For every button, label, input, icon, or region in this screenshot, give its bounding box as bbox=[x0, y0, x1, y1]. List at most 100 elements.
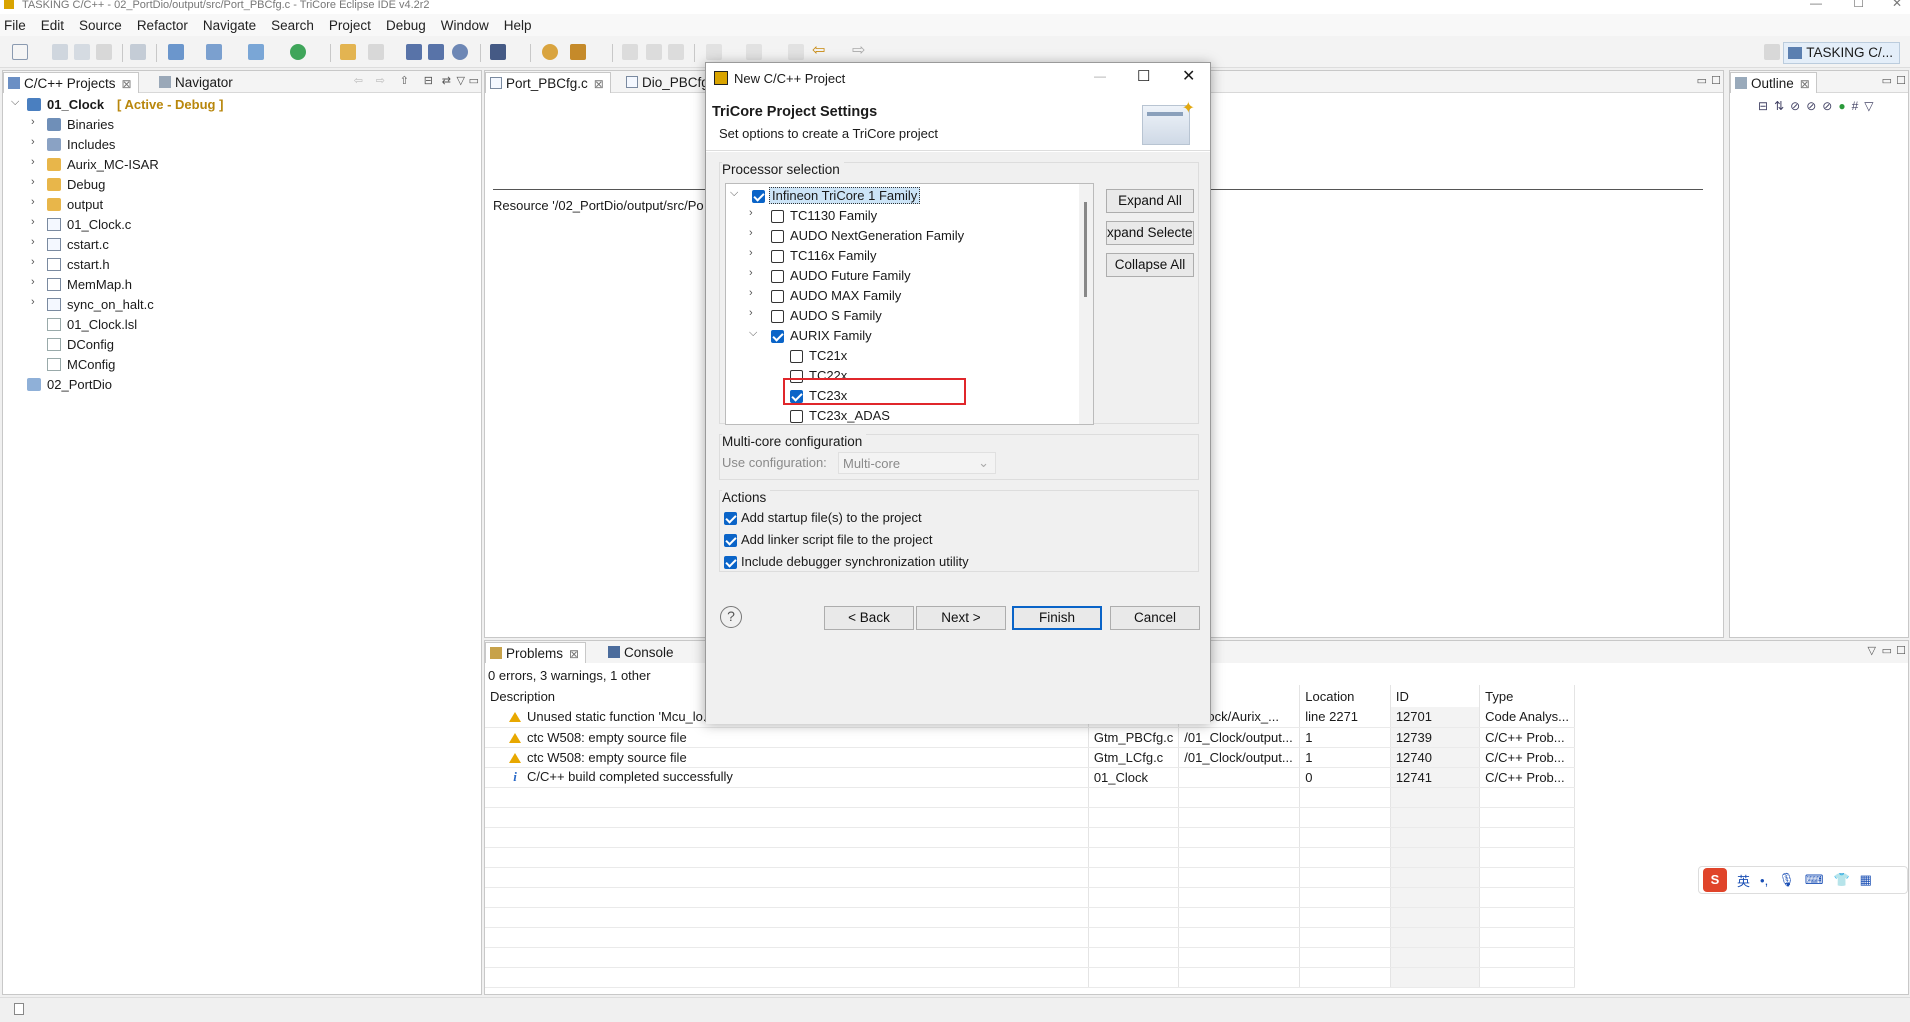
chevron-down-icon[interactable]: ⌵ bbox=[749, 327, 757, 340]
processor-checkbox[interactable] bbox=[771, 310, 784, 323]
minimize-icon[interactable]: — bbox=[1810, 0, 1822, 9]
view-menu-icon[interactable]: ▽ bbox=[457, 74, 465, 87]
processor-item[interactable]: › AUDO Future Family bbox=[726, 266, 1081, 286]
memory-icon[interactable] bbox=[406, 44, 422, 60]
menu-item-search[interactable]: Search bbox=[271, 18, 314, 33]
target-icon[interactable] bbox=[452, 44, 468, 60]
ime-mic-icon[interactable]: 🎙 bbox=[1778, 872, 1795, 888]
close-tab-icon[interactable]: ⊠ bbox=[1800, 77, 1810, 91]
ime-menu-icon[interactable]: ▦ bbox=[1860, 872, 1872, 888]
action-checkbox[interactable] bbox=[724, 556, 737, 569]
processor-checkbox[interactable] bbox=[771, 330, 784, 343]
menu-item-debug[interactable]: Debug bbox=[386, 18, 426, 33]
block-icon[interactable] bbox=[646, 44, 662, 60]
tab-cpp-projects[interactable]: C/C++ Projects ⊠ bbox=[3, 72, 139, 93]
ime-punct-icon[interactable]: •, bbox=[1760, 873, 1768, 888]
chevron-right-icon[interactable]: › bbox=[31, 276, 35, 288]
processor-tree[interactable]: ⌵ Infineon TriCore 1 Family › TC1130 Family… bbox=[725, 183, 1094, 425]
tab-console[interactable]: Console bbox=[604, 642, 680, 663]
chevron-right-icon[interactable]: › bbox=[31, 216, 35, 228]
processor-item[interactable]: ⌵ AURIX Family bbox=[726, 326, 1081, 346]
chevron-right-icon[interactable]: › bbox=[31, 116, 35, 128]
minimize-view-icon[interactable]: ▭ bbox=[1882, 74, 1892, 87]
hide-fields-icon[interactable]: ⊘ bbox=[1790, 99, 1800, 113]
menu-item-edit[interactable]: Edit bbox=[41, 18, 64, 33]
table-row[interactable]: i C/C++ build completed successfully 01_Cl… bbox=[485, 767, 1575, 788]
close-tab-icon[interactable]: ⊠ bbox=[594, 77, 604, 91]
hide-members-icon[interactable]: ● bbox=[1838, 99, 1845, 113]
menu-item-window[interactable]: Window bbox=[441, 18, 489, 33]
tree-item[interactable]: › Debug bbox=[3, 175, 481, 195]
last-edit-icon[interactable] bbox=[788, 44, 804, 60]
tab-navigator[interactable]: Navigator bbox=[155, 72, 239, 93]
processor-checkbox[interactable] bbox=[771, 250, 784, 263]
tree-item[interactable]: DConfig bbox=[3, 335, 481, 355]
menu-item-project[interactable]: Project bbox=[329, 18, 371, 33]
hide-static-icon[interactable]: ⊘ bbox=[1806, 99, 1816, 113]
back-button[interactable]: < Back bbox=[824, 606, 914, 630]
new-icon[interactable] bbox=[12, 44, 28, 60]
collapse-all-icon[interactable]: ⊟ bbox=[424, 74, 433, 87]
forward-icon[interactable]: ⇨ bbox=[376, 74, 385, 87]
save-icon[interactable] bbox=[52, 44, 68, 60]
processor-checkbox[interactable] bbox=[771, 210, 784, 223]
new-project-icon[interactable] bbox=[168, 44, 184, 60]
processor-checkbox[interactable] bbox=[790, 350, 803, 363]
table-row[interactable]: ctc W508: empty source file Gtm_LCfg.c/01… bbox=[485, 747, 1575, 768]
ime-logo-icon[interactable]: S bbox=[1703, 868, 1727, 892]
print-icon[interactable] bbox=[96, 44, 112, 60]
processor-checkbox[interactable] bbox=[771, 290, 784, 303]
back-arrow-icon[interactable]: ⇦ bbox=[812, 43, 828, 60]
maximize-icon[interactable]: ☐ bbox=[1853, 0, 1864, 9]
ime-keyboard-icon[interactable]: ⌨ bbox=[1805, 872, 1824, 888]
help-icon[interactable]: ? bbox=[720, 606, 742, 628]
back-icon[interactable]: ⇦ bbox=[354, 74, 363, 87]
tree-item[interactable]: ⌵ 01_Clock [ Active - Debug ] bbox=[3, 95, 481, 115]
column-header[interactable]: ID bbox=[1390, 685, 1481, 707]
tree-item[interactable]: › cstart.h bbox=[3, 255, 481, 275]
build-all-icon[interactable] bbox=[130, 44, 146, 60]
chevron-right-icon[interactable]: › bbox=[31, 296, 35, 308]
menu-item-help[interactable]: Help bbox=[504, 18, 532, 33]
chevron-right-icon[interactable]: › bbox=[31, 156, 35, 168]
action-checkbox[interactable] bbox=[724, 534, 737, 547]
tree-item[interactable]: › Aurix_MC-ISAR bbox=[3, 155, 481, 175]
processor-item[interactable]: › AUDO MAX Family bbox=[726, 286, 1081, 306]
action-option[interactable]: Add linker script file to the project bbox=[724, 531, 1194, 551]
chevron-right-icon[interactable]: › bbox=[749, 307, 753, 319]
search-icon[interactable] bbox=[570, 44, 586, 60]
close-tab-icon[interactable]: ⊠ bbox=[569, 647, 579, 661]
tree-item[interactable]: 01_Clock.lsl bbox=[3, 315, 481, 335]
properties-icon[interactable] bbox=[368, 44, 384, 60]
menu-item-source[interactable]: Source bbox=[79, 18, 122, 33]
tree-item[interactable]: › MemMap.h bbox=[3, 275, 481, 295]
view-menu-icon[interactable]: ▽ bbox=[1864, 99, 1873, 113]
open-perspective-icon[interactable] bbox=[1764, 44, 1780, 60]
debug-icon[interactable] bbox=[490, 44, 506, 60]
chevron-right-icon[interactable]: › bbox=[31, 256, 35, 268]
open-type-icon[interactable] bbox=[542, 44, 558, 60]
hide-nonpublic-icon[interactable]: ⊘ bbox=[1822, 99, 1832, 113]
run-icon[interactable] bbox=[290, 44, 306, 60]
tree-item[interactable]: › Includes bbox=[3, 135, 481, 155]
menu-item-file[interactable]: File bbox=[4, 18, 26, 33]
up-icon[interactable]: ⇧ bbox=[400, 74, 409, 87]
chevron-right-icon[interactable]: › bbox=[749, 287, 753, 299]
processor-checkbox[interactable] bbox=[752, 190, 765, 203]
tab-dio-pbcfg[interactable]: Dio_PBCfg bbox=[622, 72, 715, 93]
cancel-button[interactable]: Cancel bbox=[1110, 606, 1200, 630]
processor-item[interactable]: TC21x bbox=[726, 346, 1081, 366]
column-header[interactable]: Type bbox=[1479, 685, 1575, 707]
minimize-view-icon[interactable]: ▭ bbox=[1882, 644, 1892, 657]
action-option[interactable]: Add startup file(s) to the project bbox=[724, 509, 1194, 529]
expand-all-button[interactable]: Expand All bbox=[1106, 189, 1194, 213]
ime-language-label[interactable]: 英 bbox=[1737, 871, 1750, 890]
scrollbar-thumb[interactable] bbox=[1084, 202, 1087, 297]
ime-skin-icon[interactable]: 👕 bbox=[1833, 872, 1849, 888]
maximize-view-icon[interactable]: ☐ bbox=[1896, 74, 1906, 87]
group-icon[interactable]: # bbox=[1852, 99, 1859, 113]
close-icon[interactable]: ✕ bbox=[1892, 0, 1902, 9]
tab-outline[interactable]: Outline ⊠ bbox=[1730, 72, 1817, 93]
new-class-icon[interactable] bbox=[248, 44, 264, 60]
processor-item[interactable]: › AUDO NextGeneration Family bbox=[726, 226, 1081, 246]
